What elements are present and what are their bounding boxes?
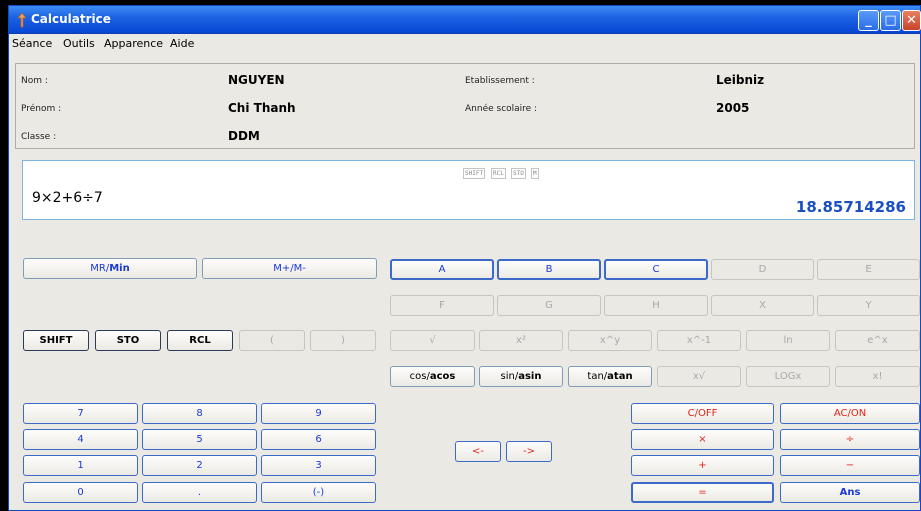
var-y-button[interactable]: Y (817, 295, 920, 316)
close-button[interactable]: ✕ (902, 10, 921, 31)
power-button[interactable]: x^y (568, 330, 652, 351)
digit-9-button[interactable]: 9 (261, 403, 376, 424)
divide-button[interactable]: ÷ (780, 429, 920, 450)
calculator-window: Calculatrice _ □ ✕ Séance Outils Apparen… (8, 5, 921, 511)
flag-rcl: RCL (491, 168, 506, 179)
digit-1-button[interactable]: 1 (23, 455, 138, 476)
asin-label: asin (518, 371, 542, 382)
tan-atan-button[interactable]: tan/atan (568, 366, 652, 387)
close-paren-button[interactable]: ) (310, 330, 376, 351)
sin-asin-button[interactable]: sin/asin (479, 366, 563, 387)
digit-3-button[interactable]: 3 (261, 455, 376, 476)
inverse-button[interactable]: x^-1 (657, 330, 741, 351)
var-a-button[interactable]: A (390, 259, 494, 280)
ln-button[interactable]: ln (746, 330, 830, 351)
cos-acos-button[interactable]: cos/acos (390, 366, 475, 387)
menu-aide[interactable]: Aide (170, 37, 194, 50)
negate-button[interactable]: (-) (261, 482, 376, 503)
c-off-button[interactable]: C/OFF (631, 403, 774, 424)
nom-label: Nom : (21, 76, 48, 86)
maximize-button[interactable]: □ (880, 10, 901, 31)
exp-button[interactable]: e^x (835, 330, 920, 351)
annee-value: 2005 (716, 101, 750, 115)
open-paren-button[interactable]: ( (239, 330, 305, 351)
close-icon: ✕ (906, 13, 917, 28)
minus-button[interactable]: − (780, 455, 920, 476)
flag-shift: SHIFT (463, 168, 486, 179)
student-info-panel: Nom : NGUYEN Prénom : Chi Thanh Classe :… (15, 63, 915, 149)
flag-sto: STO (511, 168, 526, 179)
acos-label: acos (429, 371, 456, 382)
multiply-button[interactable]: × (631, 429, 774, 450)
cos-label: cos/ (409, 371, 430, 382)
ac-on-button[interactable]: AC/ON (780, 403, 920, 424)
factorial-button[interactable]: x! (835, 366, 920, 387)
digit-0-button[interactable]: 0 (23, 482, 138, 503)
maximize-icon: □ (884, 13, 897, 28)
classe-label: Classe : (21, 132, 57, 142)
ans-button[interactable]: Ans (780, 482, 920, 503)
var-b-button[interactable]: B (497, 259, 601, 280)
menu-apparence[interactable]: Apparence (104, 37, 163, 50)
square-button[interactable]: x² (479, 330, 563, 351)
annee-label: Année scolaire : (465, 104, 538, 114)
atan-label: atan (607, 371, 633, 382)
prenom-value: Chi Thanh (228, 101, 296, 115)
var-g-button[interactable]: G (497, 295, 601, 316)
calculator-app-icon (17, 12, 27, 28)
mr-min-button[interactable]: MR/Min (23, 258, 197, 279)
sto-button[interactable]: STO (95, 330, 161, 351)
m-plus-minus-button[interactable]: M+/M- (202, 258, 377, 279)
rcl-button[interactable]: RCL (167, 330, 233, 351)
menu-bar: Séance Outils Apparence Aide (9, 34, 920, 54)
var-x-button[interactable]: X (711, 295, 814, 316)
expression-text: 9×2+6÷7 (32, 190, 103, 206)
flag-memory: M (531, 168, 539, 179)
digit-2-button[interactable]: 2 (142, 455, 257, 476)
digit-8-button[interactable]: 8 (142, 403, 257, 424)
var-f-button[interactable]: F (390, 295, 494, 316)
digit-5-button[interactable]: 5 (142, 429, 257, 450)
cursor-left-button[interactable]: <- (455, 441, 501, 462)
menu-outils[interactable]: Outils (63, 37, 95, 50)
menu-seance[interactable]: Séance (12, 37, 52, 50)
logx-button[interactable]: LOGx (746, 366, 830, 387)
tan-label: tan/ (587, 371, 608, 382)
window-title: Calculatrice (31, 12, 111, 26)
mr-label: MR/ (90, 263, 110, 274)
var-e-button[interactable]: E (817, 259, 920, 280)
prenom-label: Prénom : (21, 104, 62, 114)
title-bar[interactable]: Calculatrice _ □ ✕ (9, 6, 921, 34)
classe-value: DDM (228, 129, 260, 143)
sin-label: sin/ (500, 371, 519, 382)
digit-4-button[interactable]: 4 (23, 429, 138, 450)
equals-button[interactable]: = (631, 482, 774, 503)
digit-6-button[interactable]: 6 (261, 429, 376, 450)
shift-button[interactable]: SHIFT (23, 330, 89, 351)
nom-value: NGUYEN (228, 73, 285, 87)
min-label: Min (109, 263, 130, 274)
calculator-display: SHIFT RCL STO M 9×2+6÷7 18.85714286 (22, 160, 915, 220)
var-d-button[interactable]: D (711, 259, 814, 280)
var-h-button[interactable]: H (604, 295, 708, 316)
etablissement-label: Etablissement : (465, 76, 535, 86)
result-text: 18.85714286 (795, 198, 906, 216)
xroot-button[interactable]: x√ (657, 366, 741, 387)
digit-7-button[interactable]: 7 (23, 403, 138, 424)
minimize-icon: _ (865, 13, 872, 28)
minimize-button[interactable]: _ (858, 10, 879, 31)
sqrt-button[interactable]: √ (390, 330, 475, 351)
cursor-right-button[interactable]: -> (506, 441, 552, 462)
etablissement-value: Leibniz (716, 73, 765, 87)
plus-button[interactable]: + (631, 455, 774, 476)
var-c-button[interactable]: C (604, 259, 708, 280)
decimal-point-button[interactable]: . (142, 482, 257, 503)
